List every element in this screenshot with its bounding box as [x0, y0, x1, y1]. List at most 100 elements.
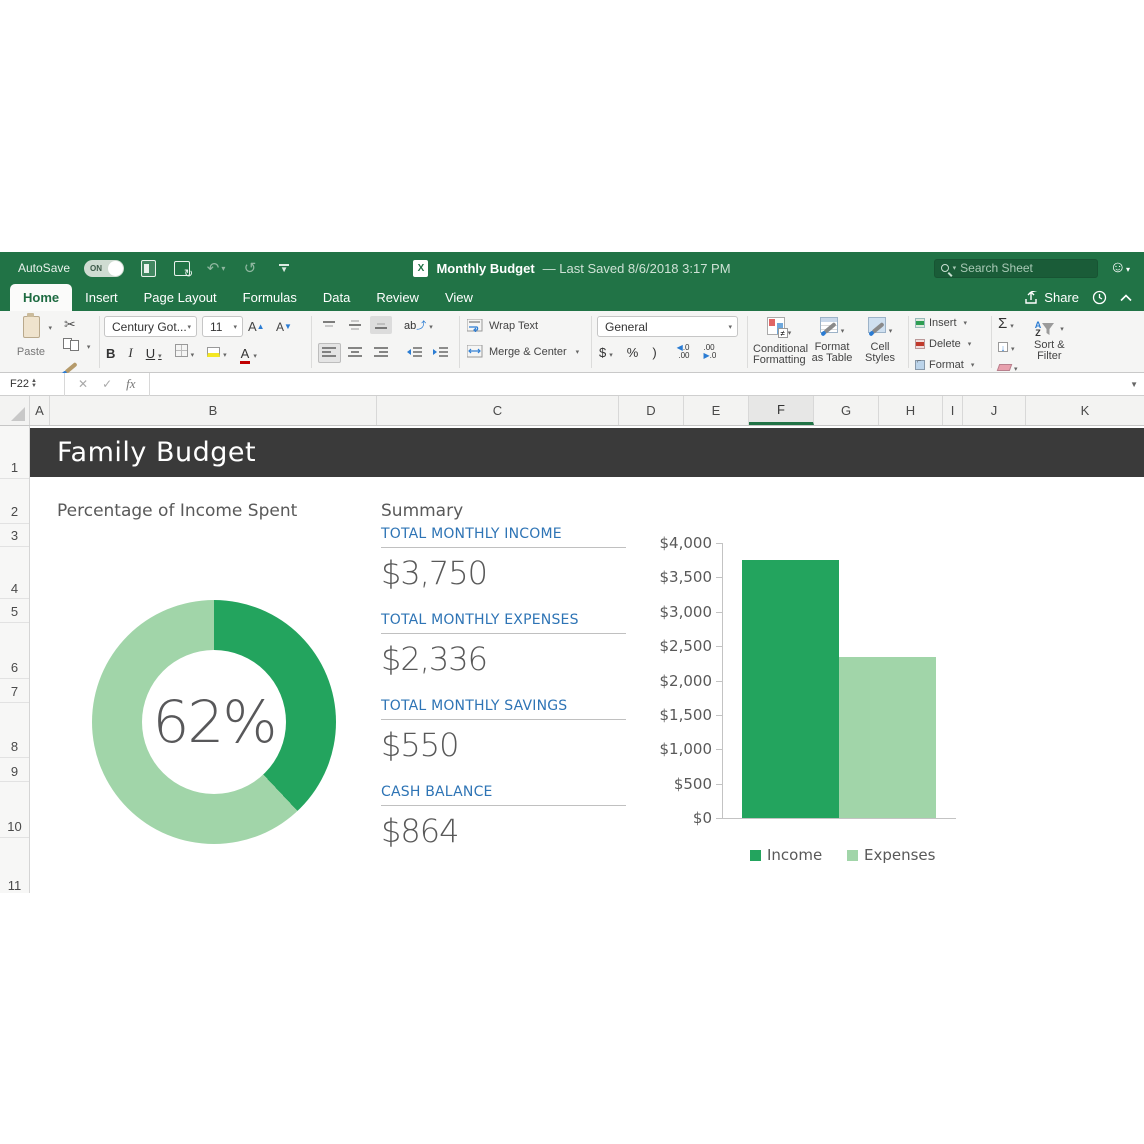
format-cells-button[interactable]: ⌐ Format ▾: [915, 358, 974, 371]
toggle-knob: [108, 260, 124, 276]
feedback-smiley-icon[interactable]: ☺▾: [1110, 259, 1130, 277]
undo-icon[interactable]: ↶ ▾: [206, 258, 226, 278]
row-header-4[interactable]: 4: [0, 581, 29, 596]
conditional-formatting-button[interactable]: ≠ ▾ Conditional Formatting: [753, 317, 808, 366]
decrease-indent-button[interactable]: [403, 343, 426, 363]
increase-indent-button[interactable]: [429, 343, 452, 363]
cut-icon[interactable]: ✂: [64, 316, 76, 333]
italic-button[interactable]: I: [128, 345, 132, 361]
toolbar-options-icon[interactable]: ▼: [274, 258, 294, 278]
row-header-6[interactable]: 6: [0, 660, 29, 675]
cancel-icon[interactable]: ✕: [78, 377, 88, 391]
increase-decimal-button[interactable]: .00 ▶.0: [703, 344, 716, 360]
align-top-button[interactable]: [318, 316, 340, 334]
decrease-font-button[interactable]: A ▼: [276, 316, 292, 337]
redo-icon[interactable]: ↺: [240, 258, 260, 278]
format-as-table-button[interactable]: ▾ Format as Table: [809, 317, 855, 364]
percent-format-button[interactable]: %: [627, 345, 639, 360]
column-header-i[interactable]: I: [943, 396, 963, 425]
currency-format-button[interactable]: $ ▾: [599, 345, 613, 360]
align-right-button[interactable]: [370, 343, 393, 363]
underline-button[interactable]: U ▾: [146, 346, 162, 361]
formula-bar-expand-icon[interactable]: ▼: [1130, 380, 1138, 389]
number-format-combo[interactable]: General ▾: [597, 316, 738, 337]
legend-income: Income: [750, 846, 822, 864]
search-input[interactable]: [960, 261, 1071, 275]
comma-format-button[interactable]: ): [652, 345, 656, 360]
bar-chart-plot-area: [722, 543, 956, 818]
align-center-button[interactable]: [344, 343, 367, 363]
select-all-corner[interactable]: [0, 396, 30, 425]
align-bottom-button[interactable]: [370, 316, 392, 334]
column-header-c[interactable]: C: [377, 396, 619, 425]
autosum-button[interactable]: Σ ▾: [998, 315, 1014, 332]
eraser-icon: [996, 364, 1013, 371]
donut-chart-title: Percentage of Income Spent: [57, 501, 298, 521]
wrap-text-button[interactable]: Wrap Text: [467, 319, 538, 332]
sort-filter-button[interactable]: AZ ▾ Sort & Filter: [1034, 315, 1065, 362]
tab-insert[interactable]: Insert: [72, 284, 131, 311]
share-button[interactable]: Share: [1023, 290, 1079, 305]
delete-cells-button[interactable]: Delete ▾: [915, 338, 971, 350]
autosave-toggle[interactable]: ON: [84, 259, 125, 277]
orientation-button[interactable]: ab⤴ ▾: [404, 316, 433, 334]
paste-button[interactable]: ▾ Paste: [10, 313, 52, 358]
tab-page-layout[interactable]: Page Layout: [131, 284, 230, 311]
name-box[interactable]: F22 ▲ ▼: [0, 373, 58, 396]
worksheet[interactable]: 1 2 3 4 5 6 7 8 9 10 11 Family Budget Pe…: [0, 426, 1144, 893]
column-header-e[interactable]: E: [684, 396, 749, 425]
tab-view[interactable]: View: [432, 284, 486, 311]
column-header-h[interactable]: H: [879, 396, 943, 425]
font-color-button[interactable]: A ▾: [239, 345, 257, 364]
merge-center-button[interactable]: Merge & Center ▾: [467, 345, 579, 358]
collapse-ribbon-icon[interactable]: [1120, 293, 1132, 302]
name-box-spinner[interactable]: ▲ ▼: [31, 378, 37, 389]
align-middle-button[interactable]: [344, 316, 366, 334]
increase-font-button[interactable]: A ▲: [248, 316, 265, 337]
search-box[interactable]: ▾: [933, 258, 1098, 278]
column-header-j[interactable]: J: [963, 396, 1026, 425]
tab-data[interactable]: Data: [310, 284, 363, 311]
enter-icon[interactable]: ✓: [102, 377, 112, 391]
bar-income[interactable]: [742, 560, 839, 818]
fill-down-button[interactable]: ↓ ▾: [998, 338, 1015, 356]
decrease-decimal-button[interactable]: ◀.0.00: [677, 344, 690, 360]
bold-button[interactable]: B: [106, 346, 115, 361]
font-size-combo[interactable]: 11 ▾: [202, 316, 243, 337]
cell-styles-button[interactable]: ▾ Cell Styles: [859, 317, 901, 364]
font-name-combo[interactable]: Century Got... ▾: [104, 316, 197, 337]
borders-button[interactable]: ▾: [174, 344, 194, 362]
bar-expenses[interactable]: [839, 657, 936, 818]
insert-function-icon[interactable]: fx: [126, 376, 135, 392]
row-header-10[interactable]: 10: [0, 819, 29, 834]
column-header-b[interactable]: B: [50, 396, 377, 425]
delete-cells-icon: [915, 339, 925, 349]
row-header-1[interactable]: 1: [0, 460, 29, 475]
row-header-7[interactable]: 7: [0, 684, 29, 699]
fill-color-button[interactable]: ▾: [207, 344, 227, 362]
column-header-a[interactable]: A: [30, 396, 50, 425]
insert-cells-button[interactable]: Insert ▾: [915, 317, 967, 329]
column-header-f[interactable]: F: [749, 396, 814, 425]
row-header-11[interactable]: 11: [0, 878, 29, 893]
version-history-icon[interactable]: [1092, 290, 1107, 305]
row-header-3[interactable]: 3: [0, 528, 29, 543]
row-header-9[interactable]: 9: [0, 764, 29, 779]
new-workbook-icon[interactable]: [138, 258, 158, 278]
save-icon[interactable]: [172, 258, 193, 280]
column-header-k[interactable]: K: [1026, 396, 1144, 425]
legend-income-label: Income: [767, 846, 823, 864]
align-left-button[interactable]: [318, 343, 341, 363]
copy-icon[interactable]: ▾: [63, 336, 90, 354]
row-header-8[interactable]: 8: [0, 739, 29, 754]
column-header-d[interactable]: D: [619, 396, 684, 425]
column-header-g[interactable]: G: [814, 396, 879, 425]
tab-review[interactable]: Review: [363, 284, 432, 311]
row-header-2[interactable]: 2: [0, 504, 29, 519]
tab-formulas[interactable]: Formulas: [230, 284, 310, 311]
legend-expenses-label: Expenses: [864, 846, 936, 864]
tab-home[interactable]: Home: [10, 284, 73, 311]
donut-chart[interactable]: 62%: [92, 600, 336, 844]
format-cells-icon: ⌐: [915, 358, 925, 370]
row-header-5[interactable]: 5: [0, 604, 29, 619]
